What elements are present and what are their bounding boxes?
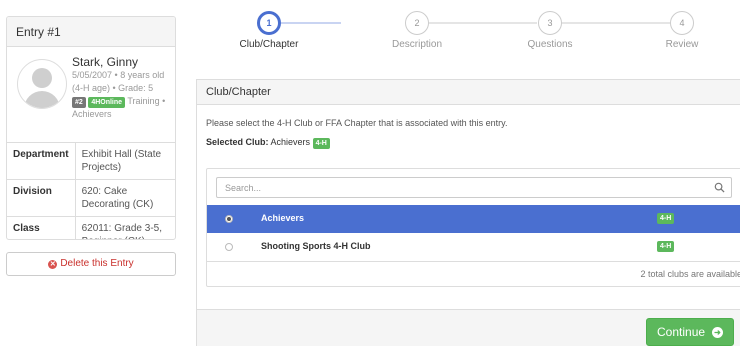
member-badges: #2 4HOnline Training • [72, 95, 174, 108]
detail-label: Division [7, 179, 76, 217]
member-grade: (4-H age) • Grade: 5 [72, 83, 154, 93]
selected-club-line: Selected Club: Achievers 4-H [206, 137, 330, 149]
selected-club-badge: 4-H [312, 138, 330, 149]
avatar-body-icon [24, 91, 60, 108]
step-3-circle[interactable]: 3 [538, 11, 562, 35]
avatar-head-icon [32, 68, 52, 88]
wizard-stepper: 1 Club/Chapter 2 Description 3 Questions… [196, 8, 740, 56]
club-list-box: Achievers 4-H Shooting Sports 4-H Club 4… [206, 168, 740, 287]
club-radio[interactable] [225, 215, 233, 223]
divider [207, 261, 740, 262]
member-system-badge: 4HOnline [88, 97, 126, 108]
selected-club-label: Selected Club: [206, 137, 269, 147]
detail-label: Class [7, 216, 76, 239]
club-radio[interactable] [225, 243, 233, 251]
detail-value: Exhibit Hall (State Projects) [75, 143, 175, 180]
search-input[interactable] [217, 178, 697, 197]
close-circle-icon: ✕ [48, 260, 58, 269]
step-4-label[interactable]: Review [632, 39, 732, 50]
arrow-right-circle-icon: ➜ [712, 327, 723, 338]
club-badge: 4-H [657, 241, 675, 252]
delete-entry-button[interactable]: ✕ Delete this Entry [6, 252, 176, 276]
step-connector [562, 22, 670, 24]
search-icon[interactable] [714, 182, 725, 193]
continue-label: Continue [657, 325, 706, 339]
search-box [216, 177, 732, 198]
club-name: Shooting Sports 4-H Club [261, 241, 371, 251]
panel-instructions: Please select the 4-H Club or FFA Chapte… [206, 118, 508, 128]
detail-value: 620: Cake Decorating (CK) [75, 179, 175, 217]
member-profile: Stark, Ginny 5/05/2007 • 8 years old (4-… [7, 47, 175, 143]
step-2-circle[interactable]: 2 [405, 11, 429, 35]
club-name: Achievers [261, 213, 305, 223]
step-connector [429, 22, 537, 24]
step-connector [281, 22, 341, 24]
entry-details-table: Department Exhibit Hall (State Projects)… [7, 143, 175, 239]
step-2-label[interactable]: Description [367, 39, 467, 50]
member-name: Stark, Ginny [72, 55, 139, 69]
entry-title: Entry #1 [7, 17, 175, 47]
club-count-text: 2 total clubs are available [640, 269, 740, 279]
step-3-label[interactable]: Questions [500, 39, 600, 50]
detail-label: Department [7, 143, 76, 180]
member-club: Achievers [72, 109, 112, 119]
club-chapter-panel: Club/Chapter Please select the 4-H Club … [196, 79, 740, 346]
selected-club-name: Achievers [270, 137, 311, 147]
list-item[interactable]: Shooting Sports 4-H Club 4-H [207, 233, 740, 261]
entry-card: Entry #1 Stark, Ginny 5/05/2007 • 8 year… [6, 16, 176, 240]
step-4-circle[interactable]: 4 [670, 11, 694, 35]
member-info: Stark, Ginny 5/05/2007 • 8 years old (4-… [72, 55, 174, 121]
panel-footer: Continue ➜ [197, 309, 740, 346]
avatar [17, 59, 67, 109]
member-status: Training • [127, 96, 166, 106]
table-row: Department Exhibit Hall (State Projects) [7, 143, 175, 180]
continue-button[interactable]: Continue ➜ [646, 318, 734, 346]
detail-value: 62011: Grade 3-5, Beginner (CK) [81, 223, 163, 239]
panel-title: Club/Chapter [197, 80, 740, 105]
list-item[interactable]: Achievers 4-H [207, 205, 740, 233]
member-dob-age: 5/05/2007 • 8 years old [72, 70, 165, 80]
step-1-circle[interactable]: 1 [257, 11, 281, 35]
step-1-label[interactable]: Club/Chapter [219, 39, 319, 50]
member-number-badge: #2 [72, 97, 86, 108]
table-row: Class 62011: Grade 3-5, Beginner (CK) [7, 216, 175, 239]
delete-entry-label: Delete this Entry [60, 258, 134, 269]
table-row: Division 620: Cake Decorating (CK) [7, 179, 175, 217]
club-badge: 4-H [657, 213, 675, 224]
